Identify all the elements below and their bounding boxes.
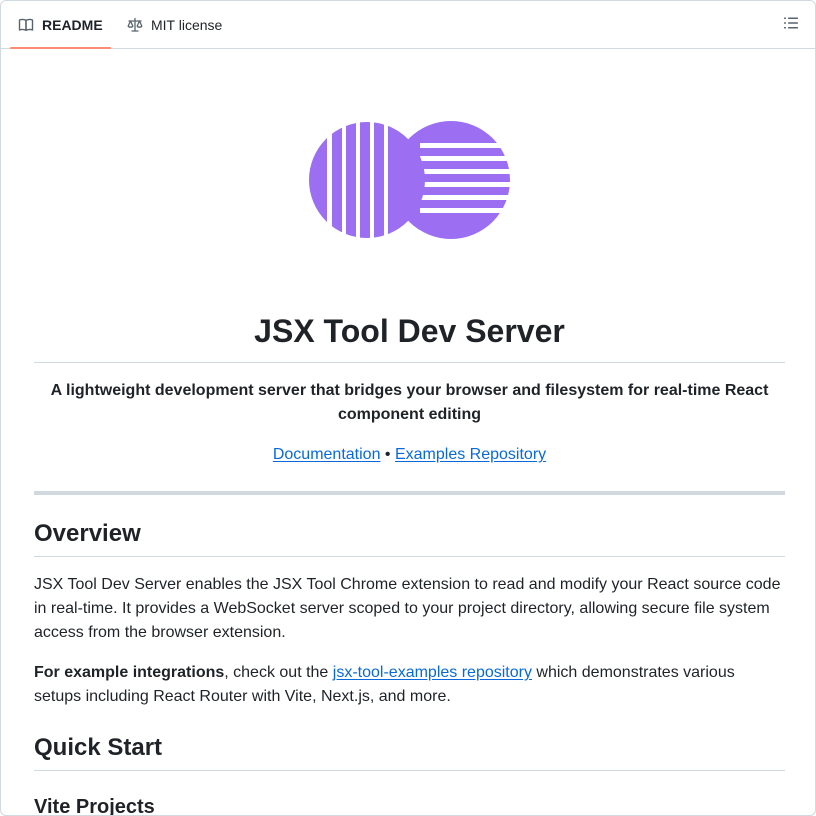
- examples-repo-inline-link[interactable]: jsx-tool-examples repository: [333, 664, 532, 681]
- logo-horizontal-stripe: [392, 121, 510, 143]
- logo-horizontal-stripe: [392, 174, 510, 182]
- readme-links: Documentation • Examples Repository: [34, 443, 785, 467]
- overview-divider: [34, 556, 785, 557]
- tab-readme-label: README: [42, 16, 103, 33]
- title-divider: [34, 362, 785, 363]
- logo-horizontal-stripe: [392, 161, 510, 169]
- tab-license[interactable]: MIT license: [119, 1, 230, 48]
- logo-horizontal-stripe: [392, 200, 510, 208]
- readme-tab-bar: README MIT license: [1, 1, 815, 49]
- integrations-bold: For example integrations: [34, 664, 225, 681]
- quick-start-heading: Quick Start: [34, 734, 163, 761]
- documentation-link[interactable]: Documentation: [273, 446, 381, 463]
- integrations-paragraph: For example integrations, check out the …: [34, 661, 785, 709]
- logo-horizontal-stripe: [392, 148, 510, 156]
- readme-subtitle: A lightweight development server that br…: [50, 382, 769, 423]
- quick-start-divider: [34, 770, 785, 771]
- logo-vertical-stripe: [374, 122, 384, 238]
- section-divider: [34, 491, 785, 495]
- tab-license-label: MIT license: [151, 16, 223, 33]
- logo-vertical-stripe: [309, 122, 327, 238]
- logo-vertical-stripe: [360, 122, 370, 238]
- jsx-tool-logo: [309, 121, 511, 241]
- link-separator: •: [380, 446, 395, 463]
- logo-horizontal-stripe: [392, 213, 510, 239]
- overview-heading: Overview: [34, 520, 141, 547]
- book-icon: [18, 17, 34, 33]
- logo-vertical-stripe: [332, 122, 342, 238]
- readme-title: JSX Tool Dev Server: [254, 313, 565, 349]
- overview-paragraph: JSX Tool Dev Server enables the JSX Tool…: [34, 576, 781, 641]
- scale-icon: [127, 17, 143, 33]
- list-icon: [783, 15, 799, 36]
- outline-button[interactable]: [781, 15, 801, 35]
- examples-repository-link[interactable]: Examples Repository: [395, 446, 546, 463]
- readme-panel: README MIT license JSX Tool Dev Server A…: [0, 0, 816, 816]
- vite-projects-heading: Vite Projects: [34, 796, 155, 816]
- logo-vertical-stripe: [346, 122, 356, 238]
- logo-horizontal-stripe: [392, 187, 510, 195]
- tab-readme[interactable]: README: [10, 1, 111, 49]
- integrations-text-pre: , check out the: [224, 664, 333, 681]
